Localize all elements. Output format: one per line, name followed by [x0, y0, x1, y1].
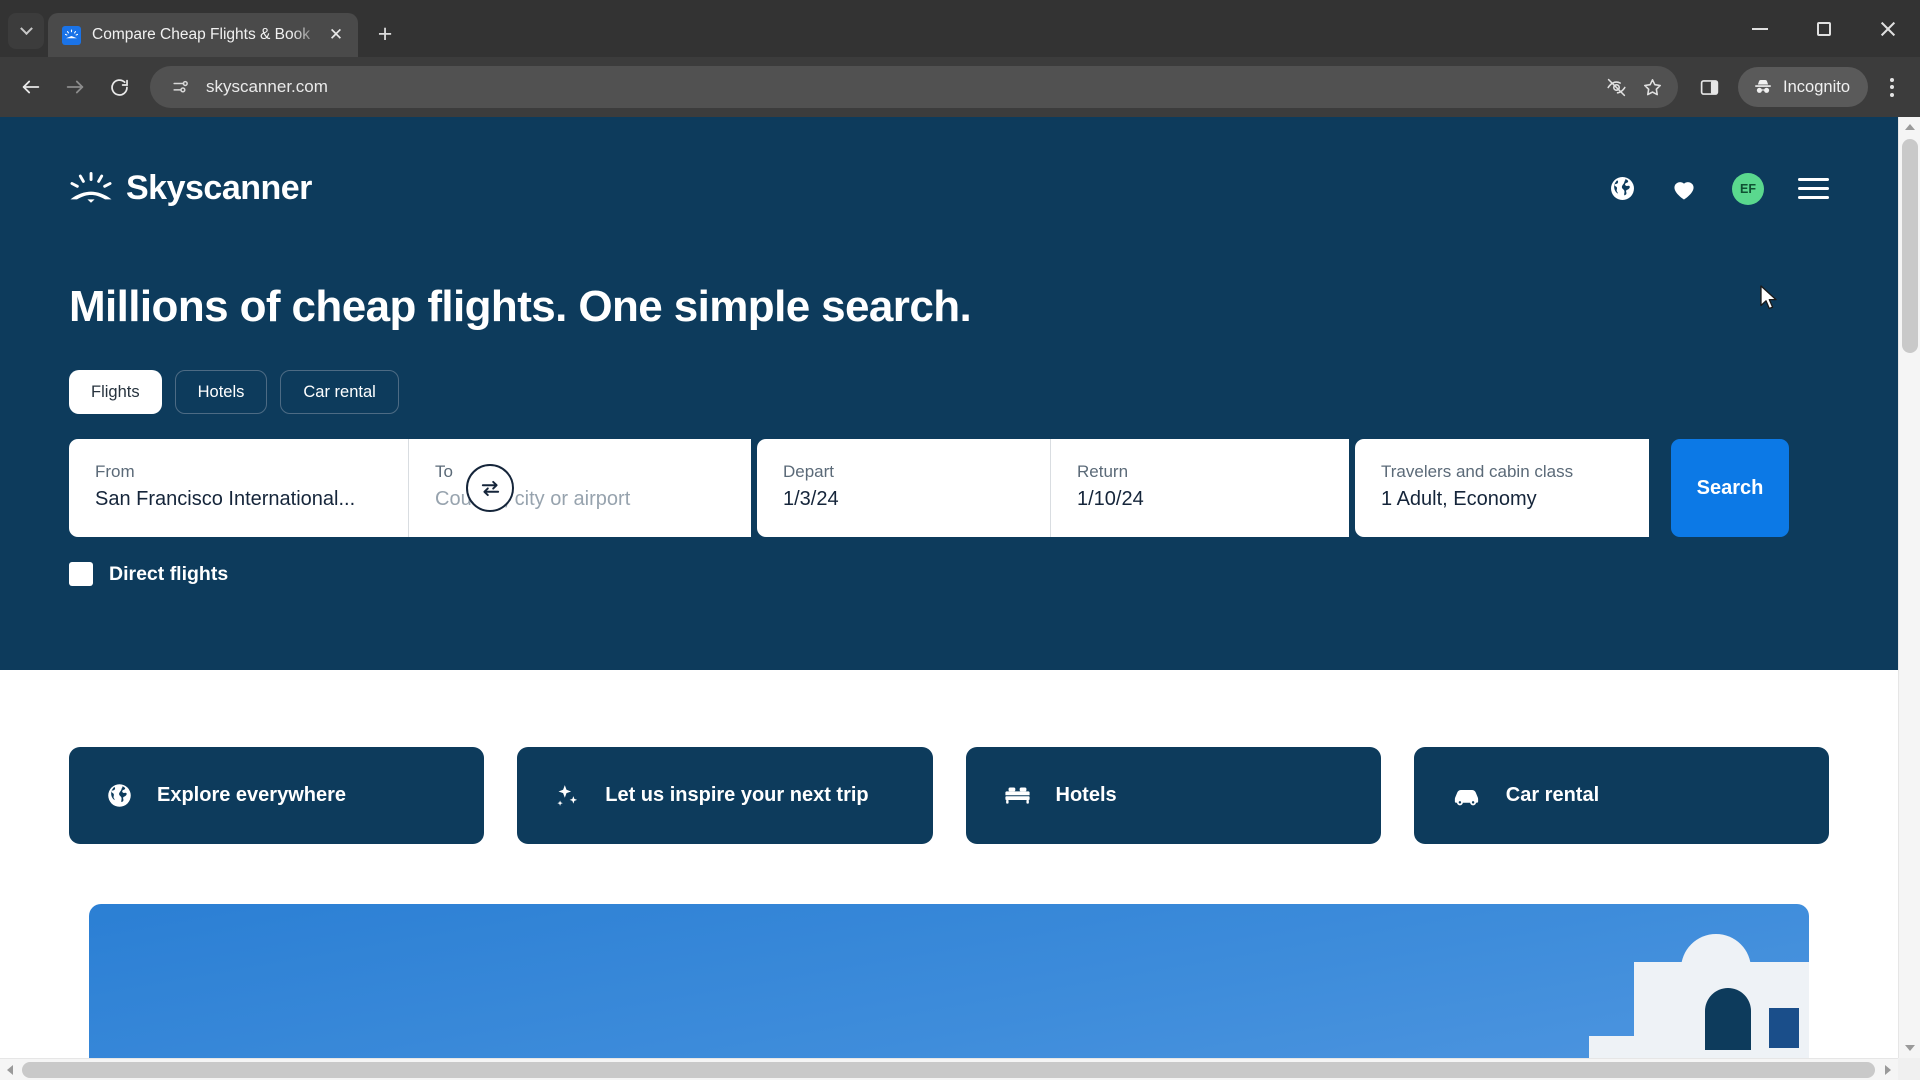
reload-button[interactable]: [98, 66, 140, 108]
tab-hotels[interactable]: Hotels: [174, 370, 268, 414]
maximize-window-button[interactable]: [1792, 0, 1856, 57]
incognito-hat-icon: [1755, 80, 1772, 93]
header-actions: EF: [1609, 172, 1829, 205]
destination-promo-banner[interactable]: Greece: [89, 904, 1809, 1080]
address-bar-url[interactable]: skyscanner.com: [206, 77, 1598, 97]
depart-label: Depart: [783, 462, 835, 481]
return-value: 1/10/24: [1077, 488, 1144, 511]
scroll-left-arrow-icon[interactable]: [0, 1059, 20, 1080]
vertical-scrollbar[interactable]: [1898, 117, 1920, 1058]
destination-field[interactable]: To Country, city or airport: [409, 439, 751, 537]
swap-arrows-icon: [481, 480, 499, 496]
hero-section: Skyscanner EF Millions of cheap flights.…: [0, 117, 1898, 670]
new-tab-button[interactable]: +: [368, 17, 402, 51]
hamburger-menu-icon[interactable]: [1798, 178, 1829, 199]
site-settings-icon[interactable]: [168, 75, 192, 99]
heart-saved-icon[interactable]: [1670, 175, 1698, 203]
incognito-indicator[interactable]: Incognito: [1738, 67, 1868, 107]
travelers-value: 1 Adult, Economy: [1381, 488, 1537, 511]
origin-value: San Francisco International...: [95, 488, 356, 511]
browser-window: Compare Cheap Flights & Book ✕ + skyscan…: [0, 0, 1920, 1080]
browser-tab-strip: Compare Cheap Flights & Book ✕ +: [0, 0, 1920, 57]
search-button[interactable]: Search: [1671, 439, 1789, 537]
page-title: Millions of cheap flights. One simple se…: [69, 282, 972, 331]
quick-link-inspire-trip[interactable]: Let us inspire your next trip: [517, 747, 933, 844]
direct-flights-toggle[interactable]: Direct flights: [69, 562, 1829, 586]
car-icon: [1454, 789, 1478, 806]
close-tab-icon[interactable]: ✕: [324, 23, 348, 47]
swap-origin-destination-button[interactable]: [466, 464, 514, 512]
scrollbar-corner: [1898, 1058, 1920, 1080]
sparkles-icon: [557, 785, 578, 806]
vertical-scrollbar-thumb[interactable]: [1902, 139, 1918, 353]
scroll-down-arrow-icon[interactable]: [1899, 1038, 1920, 1058]
three-dot-menu-icon[interactable]: [1874, 67, 1910, 107]
depart-date-field[interactable]: Depart 1/3/24: [757, 439, 1051, 537]
scroll-up-arrow-icon[interactable]: [1899, 117, 1920, 137]
tab-search-button[interactable]: [8, 13, 44, 49]
skyscanner-favicon: [62, 25, 81, 45]
return-label: Return: [1077, 462, 1129, 481]
scroll-right-arrow-icon[interactable]: [1878, 1059, 1898, 1080]
close-window-button[interactable]: [1856, 0, 1920, 57]
direct-flights-label: Direct flights: [109, 562, 229, 585]
forward-button[interactable]: [54, 66, 96, 108]
travelers-label: Travelers and cabin class: [1381, 462, 1574, 481]
tab-car-rental[interactable]: Car rental: [280, 370, 399, 414]
flight-search-form: From San Francisco International... To C…: [69, 439, 1829, 537]
search-type-tabs: Flights Hotels Car rental: [69, 370, 1829, 414]
tracking-protection-icon[interactable]: [1598, 69, 1634, 105]
quick-link-label: Explore everywhere: [157, 784, 346, 806]
side-panel-button[interactable]: [1688, 66, 1730, 108]
direct-flights-checkbox[interactable]: [69, 562, 93, 586]
globe-icon: [108, 784, 131, 807]
address-bar[interactable]: skyscanner.com: [150, 66, 1679, 108]
quick-link-car-rental[interactable]: Car rental: [1413, 747, 1829, 844]
browser-toolbar: skyscanner.com Incognito: [0, 57, 1920, 117]
back-button[interactable]: [10, 66, 52, 108]
browser-tab[interactable]: Compare Cheap Flights & Book ✕: [48, 13, 358, 57]
depart-value: 1/3/24: [783, 488, 839, 511]
quick-link-hotels[interactable]: Hotels: [965, 747, 1381, 844]
minimize-window-button[interactable]: [1728, 0, 1792, 57]
bed-icon: [1004, 787, 1030, 804]
quick-link-explore-everywhere[interactable]: Explore everywhere: [69, 747, 485, 844]
page-viewport: Skyscanner EF Millions of cheap flights.…: [0, 117, 1920, 1080]
sunrise-logo-icon: [70, 171, 112, 203]
globe-language-icon[interactable]: [1609, 175, 1636, 202]
incognito-label: Incognito: [1783, 77, 1850, 96]
site-header: Skyscanner EF: [69, 169, 1829, 208]
user-avatar[interactable]: EF: [1732, 172, 1764, 205]
skyscanner-logo[interactable]: Skyscanner: [69, 169, 312, 208]
skyscanner-homepage: Skyscanner EF Millions of cheap flights.…: [0, 117, 1898, 1080]
quick-link-label: Hotels: [1055, 784, 1117, 806]
brand-name: Skyscanner: [126, 169, 312, 207]
browser-tab-title: Compare Cheap Flights & Book: [92, 26, 310, 43]
window-controls: [1728, 0, 1920, 57]
horizontal-scrollbar-thumb[interactable]: [22, 1062, 1875, 1078]
quick-link-label: Let us inspire your next trip: [605, 784, 869, 806]
origin-field[interactable]: From San Francisco International...: [69, 439, 409, 537]
return-date-field[interactable]: Return 1/10/24: [1051, 439, 1349, 537]
quick-links-row: Explore everywhere Let us inspire your n…: [69, 670, 1829, 844]
quick-link-label: Car rental: [1505, 784, 1600, 806]
toolbar-right-actions: Incognito: [1688, 66, 1910, 108]
bookmark-star-icon[interactable]: [1634, 69, 1670, 105]
travelers-cabin-class-field[interactable]: Travelers and cabin class 1 Adult, Econo…: [1355, 439, 1649, 537]
origin-label: From: [95, 462, 135, 481]
horizontal-scrollbar[interactable]: [0, 1058, 1920, 1080]
tab-flights[interactable]: Flights: [69, 370, 162, 414]
chevron-down-icon: [19, 21, 33, 35]
